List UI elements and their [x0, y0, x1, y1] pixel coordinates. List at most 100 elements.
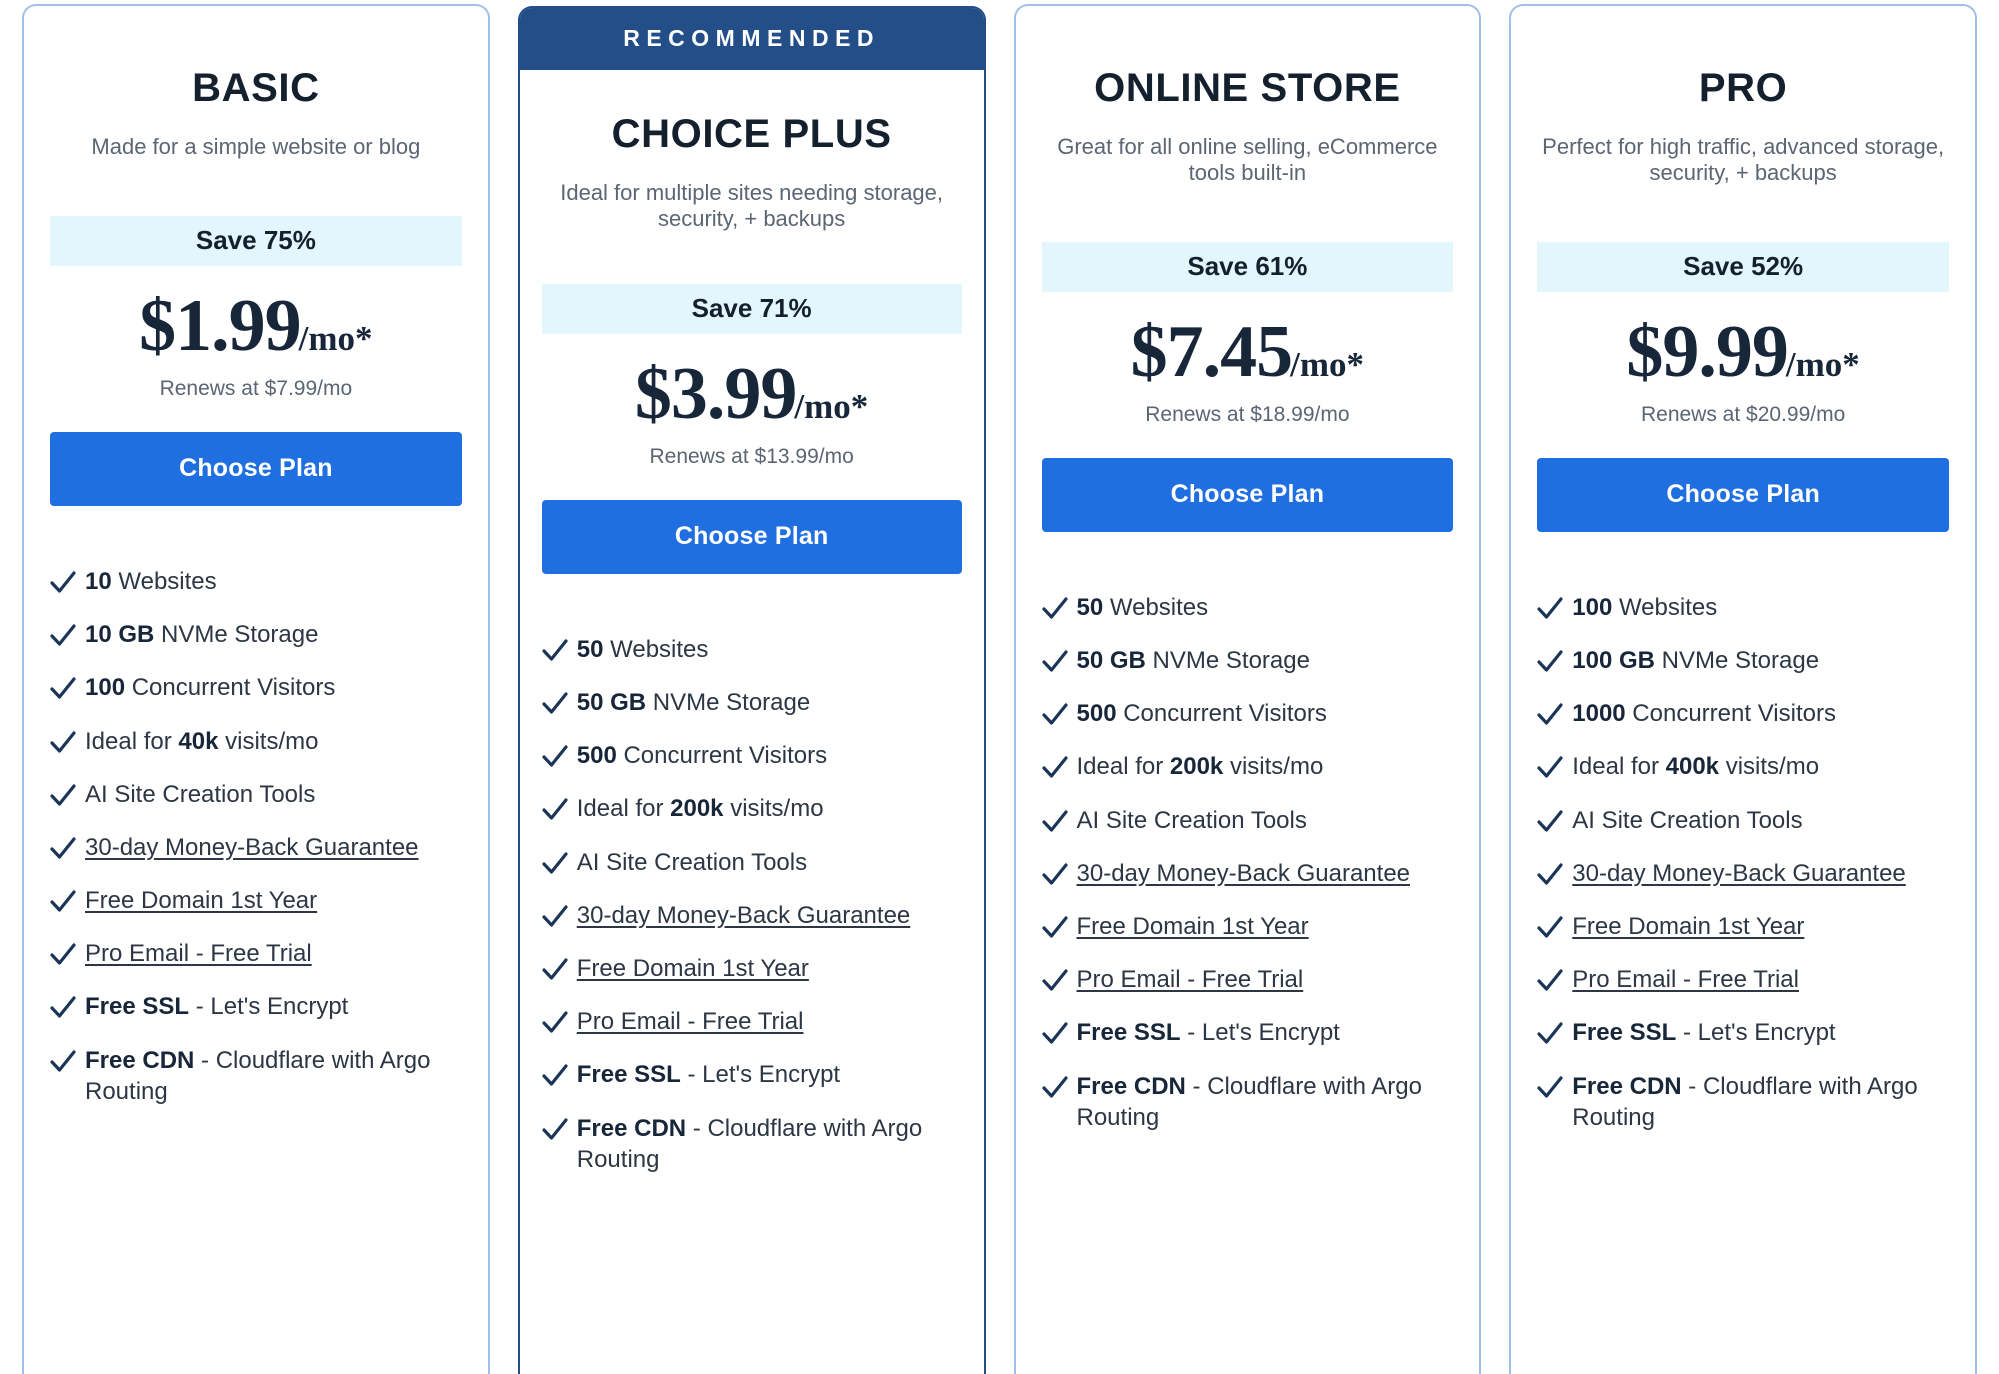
feature-item[interactable]: 30-day Money-Back Guarantee: [50, 832, 462, 863]
feature-link[interactable]: Pro Email - Free Trial: [1572, 966, 1799, 993]
feature-link[interactable]: Free Domain 1st Year: [577, 955, 809, 982]
check-icon: [1041, 647, 1068, 677]
price-row: $3.99/mo*: [542, 352, 962, 437]
feature-item[interactable]: Pro Email - Free Trial: [1041, 964, 1454, 995]
feature-item[interactable]: Pro Email - Free Trial: [50, 938, 462, 969]
feature-value: 10: [85, 567, 112, 595]
feature-description: AI Site Creation Tools: [85, 780, 316, 808]
feature-description: Concurrent Visitors: [125, 674, 336, 702]
renewal-price: Renews at $20.99/mo: [1640, 402, 1846, 426]
plan-header: BASIC Made for a simple website or blog: [50, 66, 462, 160]
choose-plan-button[interactable]: Choose Plan: [50, 431, 462, 506]
feature-value: 400k: [1665, 753, 1720, 781]
feature-link[interactable]: Free Domain 1st Year: [1572, 913, 1804, 940]
check-icon: [50, 887, 76, 917]
feature-item: Ideal for 200k visits/mo: [1041, 751, 1454, 782]
feature-link[interactable]: Pro Email - Free Trial: [85, 940, 312, 967]
feature-item[interactable]: Free Domain 1st Year: [542, 953, 962, 984]
feature-item: 100 Websites: [1537, 592, 1949, 623]
feature-label: 100 Concurrent Visitors: [85, 672, 335, 703]
check-icon: [1041, 860, 1068, 890]
feature-label: 100 Websites: [1572, 592, 1717, 623]
feature-label: 30-day Money-Back Guarantee: [577, 900, 911, 931]
feature-value: Free SSL: [85, 993, 190, 1021]
plan-name: CHOICE PLUS: [611, 112, 892, 156]
choose-plan-button[interactable]: Choose Plan: [1041, 457, 1454, 532]
check-icon: [1537, 807, 1563, 837]
feature-description: - Let's Encrypt: [189, 993, 349, 1021]
pricing-plans-grid: RECOMMENDED BASIC Made for a simple websit…: [0, 0, 1999, 1374]
feature-item[interactable]: 30-day Money-Back Guarantee: [1537, 858, 1949, 889]
save-badge: Save 75%: [50, 215, 462, 266]
recommended-ribbon: RECOMMENDED: [519, 8, 984, 70]
feature-item[interactable]: Pro Email - Free Trial: [1537, 964, 1949, 995]
feature-item[interactable]: 30-day Money-Back Guarantee: [1041, 858, 1454, 890]
feature-label: 10 GB NVMe Storage: [85, 619, 318, 650]
feature-label: Ideal for 200k visits/mo: [577, 793, 824, 824]
feature-link[interactable]: 30-day Money-Back Guarantee: [1572, 860, 1906, 887]
feature-item[interactable]: Free Domain 1st Year: [1041, 911, 1454, 942]
check-icon: [1537, 753, 1563, 783]
feature-link[interactable]: 30-day Money-Back Guarantee: [85, 834, 419, 861]
feature-item: 500 Concurrent Visitors: [542, 740, 962, 771]
feature-link[interactable]: Free Domain 1st Year: [85, 887, 317, 914]
feature-value: 40k: [178, 727, 219, 755]
feature-description: visits/mo: [218, 727, 319, 755]
check-icon: [542, 636, 568, 666]
feature-link[interactable]: Pro Email - Free Trial: [577, 1008, 804, 1035]
check-icon: [1537, 1019, 1563, 1049]
feature-description: AI Site Creation Tools: [576, 848, 808, 876]
feature-value: Free CDN: [576, 1114, 687, 1142]
check-icon: [542, 1008, 568, 1038]
feature-description: NVMe Storage: [1145, 647, 1310, 675]
feature-item: AI Site Creation Tools: [1041, 805, 1454, 836]
feature-prefix: Ideal for: [85, 727, 179, 755]
check-icon: [1041, 700, 1068, 730]
check-icon: [542, 849, 568, 879]
feature-link[interactable]: 30-day Money-Back Guarantee: [1077, 860, 1411, 887]
check-icon: [50, 940, 76, 970]
feature-label: Free Domain 1st Year: [1572, 911, 1804, 942]
feature-label: 500 Concurrent Visitors: [1077, 698, 1327, 729]
feature-item: Free SSL - Let's Encrypt: [1537, 1017, 1949, 1048]
feature-label: 30-day Money-Back Guarantee: [1077, 858, 1411, 889]
feature-label: Pro Email - Free Trial: [1077, 964, 1304, 995]
check-icon: [1041, 594, 1068, 624]
feature-item[interactable]: 30-day Money-Back Guarantee: [542, 900, 962, 931]
plan-tagline: Great for all online selling, eCommerce …: [1057, 134, 1438, 185]
choose-plan-button[interactable]: Choose Plan: [1537, 457, 1949, 532]
check-icon: [1537, 700, 1563, 730]
feature-label: Free Domain 1st Year: [85, 885, 317, 916]
feature-link[interactable]: 30-day Money-Back Guarantee: [577, 902, 911, 929]
feature-item: 10 Websites: [50, 566, 462, 597]
feature-label: Ideal for 400k visits/mo: [1572, 751, 1819, 782]
feature-item[interactable]: Free Domain 1st Year: [50, 885, 462, 916]
save-badge: Save 61%: [1041, 241, 1454, 292]
feature-list: 50 Websites 50 GB NVMe Storage 500 Concurr…: [542, 634, 962, 1195]
check-icon: [542, 795, 568, 825]
check-icon: [50, 621, 76, 651]
check-icon: [50, 993, 76, 1023]
check-icon: [1537, 594, 1563, 624]
feature-item: Free SSL - Let's Encrypt: [1041, 1017, 1454, 1048]
price-period: /mo*: [1785, 344, 1860, 384]
feature-item: 10 GB NVMe Storage: [50, 619, 462, 650]
plan-card-online-store: RECOMMENDEDONLINE STOREGreat for all onl…: [1013, 4, 1482, 1374]
check-icon: [542, 689, 568, 719]
check-icon: [542, 742, 568, 772]
feature-link[interactable]: Free Domain 1st Year: [1077, 913, 1309, 940]
feature-label: AI Site Creation Tools: [85, 779, 315, 810]
feature-item: Ideal for 400k visits/mo: [1537, 751, 1949, 782]
feature-item: 50 Websites: [1041, 592, 1454, 624]
feature-item[interactable]: Free Domain 1st Year: [1537, 911, 1949, 942]
feature-value: 100 GB: [1572, 647, 1655, 675]
feature-description: Concurrent Visitors: [1116, 700, 1327, 728]
feature-label: Free CDN - Cloudflare with Argo Routing: [85, 1045, 462, 1107]
choose-plan-button[interactable]: Choose Plan: [541, 499, 962, 574]
check-icon: [1537, 647, 1563, 677]
feature-link[interactable]: Pro Email - Free Trial: [1077, 966, 1304, 993]
feature-item: AI Site Creation Tools: [50, 779, 462, 810]
feature-label: 50 GB NVMe Storage: [1077, 645, 1310, 676]
feature-label: 50 Websites: [577, 634, 709, 665]
feature-item[interactable]: Pro Email - Free Trial: [542, 1006, 962, 1037]
